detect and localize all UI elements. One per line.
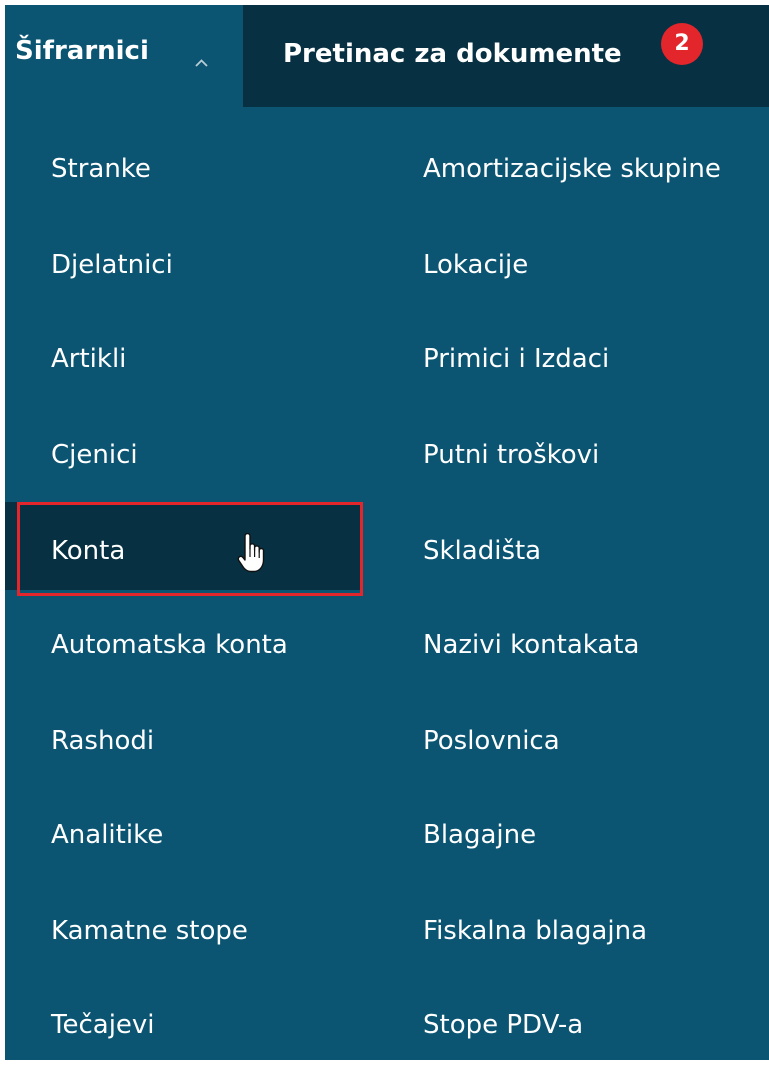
menu-item-amortizacijske-skupine[interactable]: Amortizacijske skupine	[397, 120, 769, 208]
menu-item-label: Nazivi kontakata	[423, 630, 640, 660]
menu-item-skladista[interactable]: Skladišta	[397, 502, 769, 590]
menu-item-lokacije[interactable]: Lokacije	[397, 216, 769, 304]
menu-item-label: Automatska konta	[51, 630, 288, 660]
menu-item-label: Djelatnici	[51, 250, 173, 280]
menu-item-blagajne[interactable]: Blagajne	[397, 786, 769, 874]
menu-item-rashodi[interactable]: Rashodi	[5, 692, 363, 780]
tab-sifrarnici-label: Šifrarnici	[15, 36, 149, 66]
menu-item-fiskalna-blagajna[interactable]: Fiskalna blagajna	[397, 882, 769, 970]
menu-item-kamatne-stope[interactable]: Kamatne stope	[5, 882, 363, 970]
tab-pretinac-za-dokumente[interactable]: Pretinac za dokumente 2	[243, 5, 769, 107]
tab-pretinac-label: Pretinac za dokumente	[283, 39, 622, 69]
menu-item-label: Cjenici	[51, 440, 138, 470]
menu-item-label: Fiskalna blagajna	[423, 916, 647, 946]
menu-item-artikli[interactable]: Artikli	[5, 310, 363, 398]
menu-item-konta[interactable]: Konta	[5, 502, 363, 590]
menu-item-label: Artikli	[51, 344, 127, 374]
top-navigation-bar: Šifrarnici Pretinac za dokumente 2	[5, 5, 769, 107]
menu-item-label: Konta	[51, 536, 126, 566]
menu-item-label: Analitike	[51, 820, 164, 850]
menu-item-label: Stope PDV-a	[423, 1010, 584, 1040]
menu-item-label: Poslovnica	[423, 726, 560, 756]
menu-item-label: Skladišta	[423, 536, 542, 566]
menu-item-tecajevi[interactable]: Tečajevi	[5, 976, 363, 1060]
menu-item-label: Putni troškovi	[423, 440, 600, 470]
menu-item-label: Rashodi	[51, 726, 155, 756]
notification-badge: 2	[661, 23, 703, 65]
menu-item-stranke[interactable]: Stranke	[5, 120, 363, 208]
menu-item-label: Amortizacijske skupine	[423, 154, 721, 184]
menu-item-automatska-konta[interactable]: Automatska konta	[5, 596, 363, 684]
menu-item-primici-i-izdaci[interactable]: Primici i Izdaci	[397, 310, 769, 398]
menu-item-putni-troskovi[interactable]: Putni troškovi	[397, 406, 769, 494]
menu-item-cjenici[interactable]: Cjenici	[5, 406, 363, 494]
menu-item-label: Lokacije	[423, 250, 529, 280]
hand-pointer-icon	[237, 533, 265, 573]
menu-item-analitike[interactable]: Analitike	[5, 786, 363, 874]
menu-item-stope-pdv-a[interactable]: Stope PDV-a	[397, 976, 769, 1060]
menu-item-label: Blagajne	[423, 820, 537, 850]
navigation-dropdown: Šifrarnici Pretinac za dokumente 2 Stran…	[5, 5, 769, 1060]
tab-sifrarnici[interactable]: Šifrarnici	[5, 5, 243, 107]
menu-item-label: Tečajevi	[51, 1010, 155, 1040]
chevron-up-icon	[195, 59, 208, 67]
menu-item-label: Kamatne stope	[51, 916, 248, 946]
menu-item-label: Stranke	[51, 154, 151, 184]
menu-item-nazivi-kontakata[interactable]: Nazivi kontakata	[397, 596, 769, 684]
menu-item-poslovnica[interactable]: Poslovnica	[397, 692, 769, 780]
menu-item-djelatnici[interactable]: Djelatnici	[5, 216, 363, 304]
menu-item-label: Primici i Izdaci	[423, 344, 610, 374]
